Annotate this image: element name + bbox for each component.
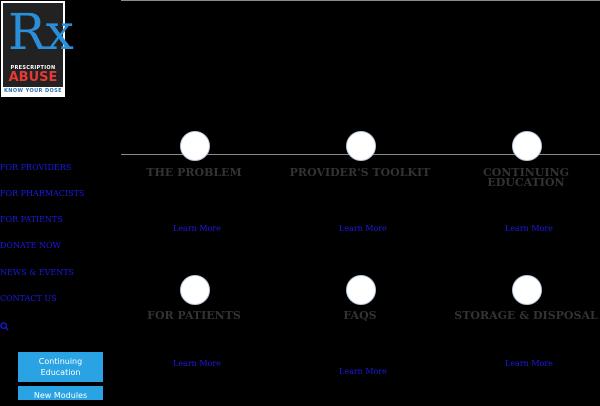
new-modules-label: New Modules (33, 391, 88, 400)
logo-tagline-band: KNOW YOUR DOSE (3, 87, 63, 95)
card-icon-faqs (346, 275, 376, 305)
learn-more-faqs[interactable]: Learn More (339, 367, 387, 376)
header-divider (121, 0, 600, 1)
logo-line2: ABUSE (8, 70, 58, 85)
card-title-continuing-education[interactable]: CONTINUING EDUCATION (446, 167, 600, 188)
nav-for-patients[interactable]: FOR PATIENTS (0, 215, 63, 224)
new-modules-button[interactable]: New Modules (18, 386, 103, 400)
nav-for-pharmacists[interactable]: FOR PHARMACISTS (0, 189, 84, 198)
nav-contact-us[interactable]: CONTACT US (0, 294, 57, 303)
nav-donate-now[interactable]: DONATE NOW (0, 241, 61, 250)
card-title-for-patients[interactable]: FOR PATIENTS (114, 310, 274, 321)
logo-panel: Rx PRESCRIPTION ABUSE KNOW YOUR DOSE (3, 3, 74, 95)
card-icon-providers-toolkit (346, 131, 376, 161)
logo-tagline: KNOW YOUR DOSE (4, 88, 62, 94)
card-title-providers-toolkit[interactable]: PROVIDER'S TOOLKIT (280, 167, 440, 178)
learn-more-storage-disposal[interactable]: Learn More (505, 359, 553, 368)
card-title-the-problem[interactable]: THE PROBLEM (114, 167, 274, 178)
site-logo[interactable]: Rx PRESCRIPTION ABUSE KNOW YOUR DOSE (1, 1, 74, 97)
search-icon[interactable] (0, 322, 9, 331)
continuing-education-button[interactable]: Continuing Education (18, 352, 103, 382)
card-icon-storage-disposal (512, 275, 542, 305)
card-title-faqs[interactable]: FAQS (280, 310, 440, 321)
learn-more-the-problem[interactable]: Learn More (173, 224, 221, 233)
card-icon-for-patients (180, 275, 210, 305)
nav-for-providers[interactable]: FOR PROVIDERS (0, 163, 71, 172)
learn-more-providers-toolkit[interactable]: Learn More (339, 224, 387, 233)
learn-more-for-patients[interactable]: Learn More (173, 359, 221, 368)
card-icon-the-problem (180, 131, 210, 161)
learn-more-continuing-education[interactable]: Learn More (505, 224, 553, 233)
card-icon-continuing-education (512, 131, 542, 161)
logo-rx-mark: Rx (8, 3, 74, 61)
continuing-education-label: Continuing Education (38, 357, 83, 377)
nav-news-events[interactable]: NEWS & EVENTS (0, 268, 74, 277)
card-title-storage-disposal[interactable]: STORAGE & DISPOSAL (446, 310, 600, 321)
